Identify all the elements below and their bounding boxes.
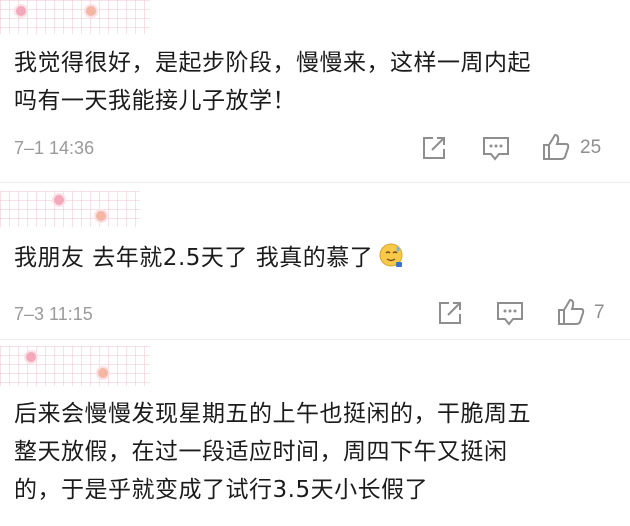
user-header-sticker xyxy=(0,191,140,227)
comment-text-line: 我朋友 去年就2.5天了 我真的慕了 xyxy=(14,245,374,271)
share-icon[interactable] xyxy=(420,134,448,162)
like-count: 25 xyxy=(580,137,602,158)
comment-text-line: 后来会慢慢发现星期五的上午也挺闲的，干脆周五 xyxy=(14,401,531,427)
comment-icon[interactable] xyxy=(481,134,511,162)
share-icon[interactable] xyxy=(436,299,464,327)
comment-item: 我觉得很好，是起步阶段，慢慢来，这样一周内起 吗有一天我能接儿子放学！ 7–1 … xyxy=(0,0,630,182)
comment-icon[interactable] xyxy=(495,299,525,327)
comment-text: 我觉得很好，是起步阶段，慢慢来，这样一周内起 吗有一天我能接儿子放学！ xyxy=(14,44,531,120)
comment-text: 我朋友 去年就2.5天了 我真的慕了 xyxy=(14,239,405,277)
user-header-sticker xyxy=(0,346,150,386)
comment-timestamp: 7–1 14:36 xyxy=(14,138,95,158)
thumbs-up-icon[interactable] xyxy=(556,297,586,327)
comment-text-line: 的，于是乎就变成了试行3.5天小长假了 xyxy=(14,477,429,503)
comment-text: 后来会慢慢发现星期五的上午也挺闲的，干脆周五 整天放假，在过一段适应时间，周四下… xyxy=(14,395,531,509)
like-count: 7 xyxy=(594,302,605,323)
comment-text-line: 吗有一天我能接儿子放学！ xyxy=(14,88,296,114)
user-header-sticker xyxy=(0,0,150,34)
comment-text-line: 我觉得很好，是起步阶段，慢慢来，这样一周内起 xyxy=(14,50,531,76)
comment-timestamp: 7–3 11:15 xyxy=(14,304,93,324)
sweat-smile-emoji xyxy=(379,243,403,267)
comment-item: 后来会慢慢发现星期五的上午也挺闲的，干脆周五 整天放假，在过一段适应时间，周四下… xyxy=(0,339,630,526)
thumbs-up-icon[interactable] xyxy=(541,132,571,162)
comment-text-line: 整天放假，在过一段适应时间，周四下午又挺闲 xyxy=(14,439,508,465)
comment-item: 我朋友 去年就2.5天了 我真的慕了 7–3 11:15 7 xyxy=(0,182,630,339)
